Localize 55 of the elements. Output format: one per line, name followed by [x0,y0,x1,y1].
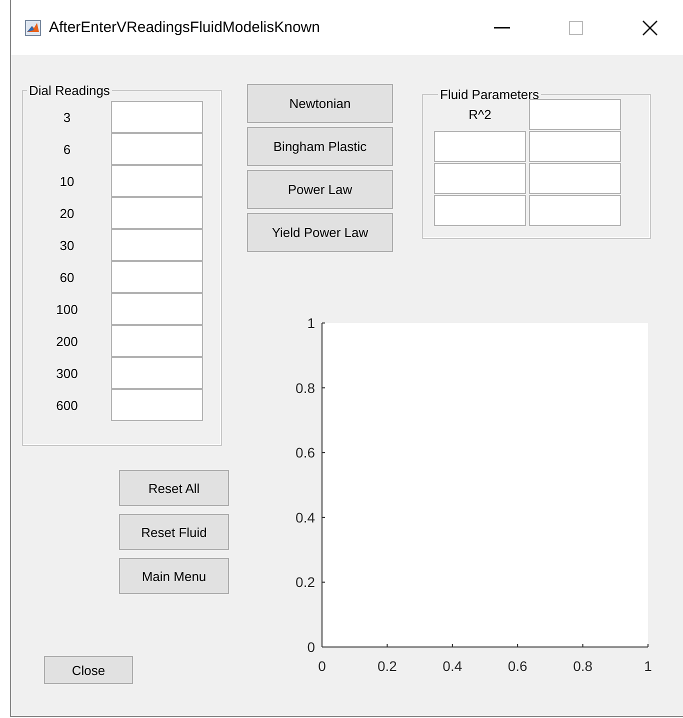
x-tick-label: 0.6 [508,658,528,674]
close-button[interactable]: Close [44,656,133,684]
y-tick-label: 0.8 [296,380,315,396]
panel-title: Fluid Parameters [439,87,540,102]
model-button[interactable]: Yield Power Law [247,213,393,252]
action-button[interactable]: Reset All [119,470,229,506]
x-tick-label: 1 [644,658,652,674]
y-tick-label: 0 [307,639,315,655]
dial-reading-label: 3 [62,110,72,124]
window-title: AfterEnterVReadingsFluidModelisKnown [49,19,321,36]
action-button[interactable]: Reset Fluid [119,514,229,550]
y-tick-label: 0.2 [296,574,315,590]
x-tick-label: 0.2 [377,658,397,674]
input-field[interactable] [529,131,621,162]
dial-reading-label: 600 [55,398,79,412]
dial-reading-label: 200 [55,334,79,348]
input-field[interactable] [529,195,621,226]
input-field[interactable] [111,325,203,357]
panel-title: Dial Readings [28,83,111,98]
input-field[interactable] [111,357,203,389]
x-tick-label: 0 [318,658,326,674]
dial-reading-label: 6 [62,142,72,156]
input-field[interactable] [111,197,203,229]
maximize-icon[interactable] [569,20,583,34]
app-logo-icon [25,20,41,36]
input-field[interactable] [529,99,621,130]
input-field[interactable] [434,163,526,194]
action-button[interactable]: Main Menu [119,558,229,594]
input-field[interactable] [529,163,621,194]
y-tick-label: 1 [307,315,315,331]
input-field[interactable] [111,293,203,325]
y-tick-label: 0.4 [296,509,315,526]
dial-reading-label: 100 [55,302,79,316]
input-field[interactable] [434,195,526,226]
input-field[interactable] [111,101,203,133]
x-tick-label: 0.8 [573,658,593,674]
minimize-icon[interactable] [494,26,510,28]
dial-reading-label: 60 [58,270,76,284]
model-button[interactable]: Power Law [247,170,393,209]
dial-reading-label: 30 [58,238,76,252]
input-field[interactable] [111,133,203,165]
model-button[interactable]: Newtonian [247,84,393,123]
input-field[interactable] [111,165,203,197]
y-tick-label: 0.6 [296,444,315,461]
close-icon[interactable] [642,20,658,36]
input-field[interactable] [434,131,526,162]
column-header: R^2 [468,107,492,124]
input-field[interactable] [111,229,203,261]
model-button[interactable]: Bingham Plastic [247,127,393,166]
x-tick-label: 0.4 [442,658,462,674]
dial-reading-label: 10 [58,174,76,188]
dial-reading-label: 20 [58,206,76,220]
dial-reading-label: 300 [55,366,79,380]
input-field[interactable] [111,389,203,421]
input-field[interactable] [111,261,203,293]
